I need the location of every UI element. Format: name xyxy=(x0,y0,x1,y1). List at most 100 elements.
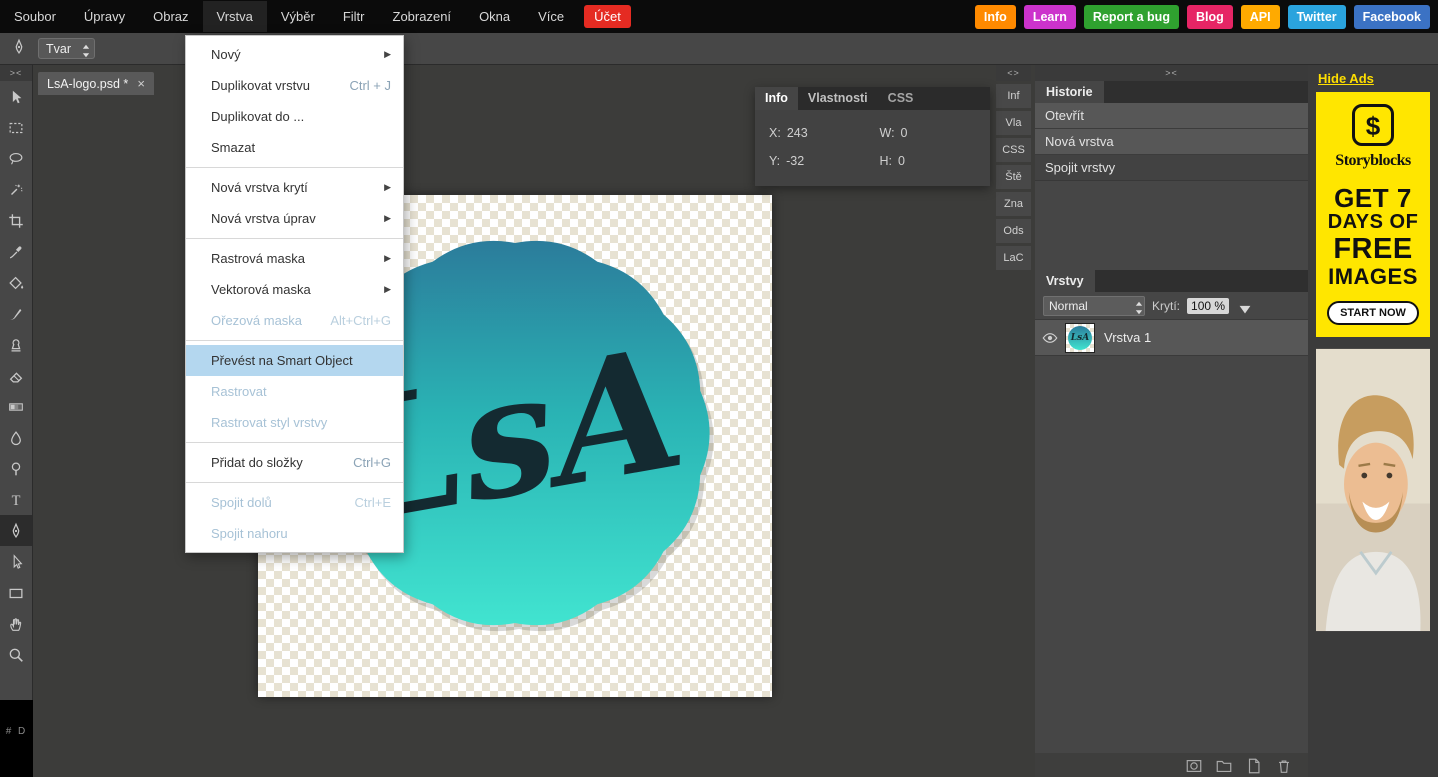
collapsed-panel-2[interactable]: CSS xyxy=(996,138,1031,162)
layer-menu-item-13[interactable]: Rastrovat xyxy=(186,376,403,407)
move-tool[interactable] xyxy=(0,81,32,112)
opacity-input[interactable]: 100 % xyxy=(1187,298,1229,314)
document-tab-title: LsA-logo.psd * xyxy=(47,77,128,91)
eraser-tool[interactable] xyxy=(0,360,32,391)
mask-icon[interactable] xyxy=(1185,757,1202,774)
layer-menu-item-3[interactable]: Smazat xyxy=(186,132,403,163)
color-swatch-area[interactable]: # D xyxy=(0,700,33,777)
document-tab[interactable]: LsA-logo.psd * × xyxy=(38,72,154,95)
collapsed-panel-5[interactable]: Ods xyxy=(996,219,1031,243)
layer-menu-item-0[interactable]: Nový▶ xyxy=(186,39,403,70)
menubar-item-7[interactable]: Okna xyxy=(465,1,524,32)
history-item-0[interactable]: Otevřít xyxy=(1035,103,1308,129)
submenu-arrow-icon: ▶ xyxy=(384,274,391,305)
eyedropper-tool[interactable] xyxy=(0,236,32,267)
strip-collapse[interactable]: <> xyxy=(996,65,1031,81)
ad-cta-button[interactable]: START NOW xyxy=(1327,301,1419,325)
collapsed-panel-3[interactable]: Ště xyxy=(996,165,1031,189)
menubar-item-6[interactable]: Zobrazení xyxy=(379,1,466,32)
tool-mode-label: Tvar xyxy=(46,42,71,56)
shape-tool[interactable] xyxy=(0,577,32,608)
menubar-item-1[interactable]: Úpravy xyxy=(70,1,139,32)
layer-menu-item-18[interactable]: Spojit dolůCtrl+E xyxy=(186,487,403,518)
hand-tool[interactable] xyxy=(0,608,32,639)
eye-icon[interactable] xyxy=(1035,329,1065,347)
left-toolbar-collapse[interactable]: >< xyxy=(0,65,32,81)
layer-menu-item-8[interactable]: Rastrová maska▶ xyxy=(186,243,403,274)
topbar-button-blog[interactable]: Blog xyxy=(1187,5,1233,29)
blur-tool[interactable] xyxy=(0,422,32,453)
clone-stamp-tool[interactable] xyxy=(0,329,32,360)
collapsed-panel-1[interactable]: Vla xyxy=(996,111,1031,135)
tab-vrstvy[interactable]: Vrstvy xyxy=(1035,270,1095,292)
brush-tool[interactable] xyxy=(0,298,32,329)
account-button[interactable]: Účet xyxy=(584,5,631,28)
crop-tool[interactable] xyxy=(0,205,32,236)
blend-mode-select[interactable]: Normal xyxy=(1043,296,1145,316)
pen-tool[interactable] xyxy=(0,515,32,546)
menubar-item-8[interactable]: Více xyxy=(524,1,578,32)
menubar-item-5[interactable]: Filtr xyxy=(329,1,379,32)
magic-wand-tool[interactable] xyxy=(0,174,32,205)
marquee-tool[interactable] xyxy=(0,112,32,143)
layer-menu-item-2[interactable]: Duplikovat do ... xyxy=(186,101,403,132)
history-item-2[interactable]: Spojit vrstvy xyxy=(1035,155,1308,181)
menu-item-label: Duplikovat do ... xyxy=(211,109,304,124)
menubar-item-2[interactable]: Obraz xyxy=(139,1,202,32)
ad-photo[interactable] xyxy=(1316,345,1430,635)
menu-separator xyxy=(186,340,403,341)
layer-menu-item-6[interactable]: Nová vrstva úprav▶ xyxy=(186,203,403,234)
hide-ads-link[interactable]: Hide Ads xyxy=(1318,71,1374,86)
ad-lines: GET 7DAYS OFFREEIMAGES xyxy=(1316,184,1430,289)
topbar-button-twitter[interactable]: Twitter xyxy=(1288,5,1346,29)
menu-item-shortcut: Ctrl+G xyxy=(353,447,391,478)
storyblocks-ad[interactable]: $ Storyblocks GET 7DAYS OFFREEIMAGES STA… xyxy=(1316,92,1430,337)
layer-menu-item-19[interactable]: Spojit nahoru xyxy=(186,518,403,549)
topbar-button-api[interactable]: API xyxy=(1241,5,1280,29)
layer-menu-item-16[interactable]: Přidat do složkyCtrl+G xyxy=(186,447,403,478)
layer-menu-item-5[interactable]: Nová vrstva krytí▶ xyxy=(186,172,403,203)
ad-brand: Storyblocks xyxy=(1316,152,1430,170)
menu-separator xyxy=(186,482,403,483)
layer-menu-item-10[interactable]: Ořezová maskaAlt+Ctrl+G xyxy=(186,305,403,336)
collapsed-panel-6[interactable]: LaC xyxy=(996,246,1031,270)
info-x: X:243 xyxy=(769,126,880,140)
collapsed-panel-4[interactable]: Zna xyxy=(996,192,1031,216)
menubar-item-3[interactable]: Vrstva xyxy=(203,1,267,32)
tab-info[interactable]: Info xyxy=(755,87,798,110)
zoom-tool[interactable] xyxy=(0,639,32,670)
right-panel-collapse[interactable]: >< xyxy=(1035,65,1308,81)
gradient-tool[interactable] xyxy=(0,391,32,422)
tab-css[interactable]: CSS xyxy=(878,87,924,110)
topbar-button-info[interactable]: Info xyxy=(975,5,1016,29)
menubar-item-0[interactable]: Soubor xyxy=(0,1,70,32)
topbar-button-facebook[interactable]: Facebook xyxy=(1354,5,1430,29)
menu-item-label: Rastrovat xyxy=(211,384,267,399)
new-layer-icon[interactable] xyxy=(1245,757,1262,774)
tool-mode-select[interactable]: Tvar xyxy=(38,38,95,59)
menubar-item-4[interactable]: Výběr xyxy=(267,1,329,32)
bucket-tool[interactable] xyxy=(0,267,32,298)
layer-menu-item-1[interactable]: Duplikovat vrstvuCtrl + J xyxy=(186,70,403,101)
topbar-button-report-a-bug[interactable]: Report a bug xyxy=(1084,5,1179,29)
collapsed-panel-0[interactable]: Inf xyxy=(996,84,1031,108)
close-icon[interactable]: × xyxy=(137,76,145,91)
layer-menu-item-12[interactable]: Převést na Smart Object xyxy=(186,345,403,376)
layer-menu-item-9[interactable]: Vektorová maska▶ xyxy=(186,274,403,305)
layer-menu-item-14[interactable]: Rastrovat styl vrstvy xyxy=(186,407,403,438)
ad-headline-2: FREE xyxy=(1316,234,1430,265)
tab-vlastnosti[interactable]: Vlastnosti xyxy=(798,87,878,110)
menu-item-label: Duplikovat vrstvu xyxy=(211,78,310,93)
history-item-1[interactable]: Nová vrstva xyxy=(1035,129,1308,155)
menu-item-label: Rastrová maska xyxy=(211,251,305,266)
topbar-button-learn[interactable]: Learn xyxy=(1024,5,1076,29)
lasso-tool[interactable] xyxy=(0,143,32,174)
text-tool[interactable]: T xyxy=(0,484,32,515)
layer-row-0[interactable]: LsAVrstva 1 xyxy=(1035,320,1308,356)
path-select-tool[interactable] xyxy=(0,546,32,577)
trash-icon[interactable] xyxy=(1275,757,1292,774)
folder-icon[interactable] xyxy=(1215,757,1232,774)
tab-historie[interactable]: Historie xyxy=(1035,81,1104,103)
dodge-tool[interactable] xyxy=(0,453,32,484)
opacity-dropdown-icon[interactable] xyxy=(1236,300,1248,312)
